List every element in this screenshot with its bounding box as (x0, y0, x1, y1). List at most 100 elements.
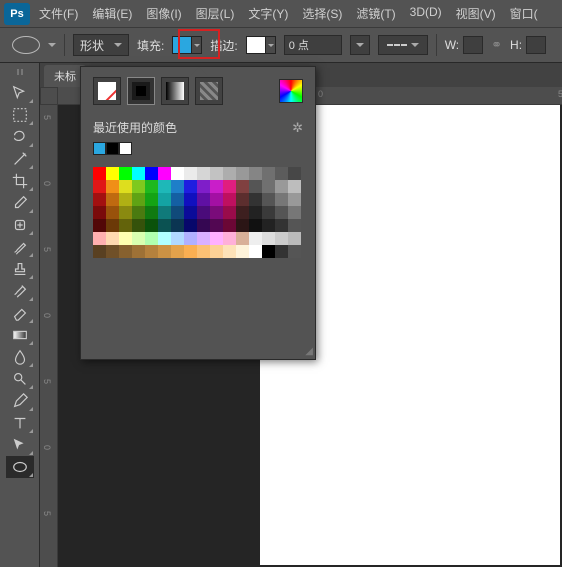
color-swatch[interactable] (93, 245, 106, 258)
color-swatch[interactable] (171, 219, 184, 232)
color-swatch[interactable] (93, 219, 106, 232)
ellipse-tool[interactable] (6, 456, 34, 478)
color-swatch[interactable] (288, 245, 301, 258)
color-swatch[interactable] (145, 180, 158, 193)
color-swatch[interactable] (197, 245, 210, 258)
color-swatch[interactable] (236, 167, 249, 180)
color-swatch[interactable] (210, 232, 223, 245)
color-swatch[interactable] (275, 180, 288, 193)
color-swatch[interactable] (249, 193, 262, 206)
color-swatch[interactable] (158, 232, 171, 245)
color-swatch[interactable] (158, 180, 171, 193)
color-swatch[interactable] (262, 232, 275, 245)
color-swatch[interactable] (106, 180, 119, 193)
color-swatch[interactable] (119, 219, 132, 232)
menu-item[interactable]: 图层(L) (189, 1, 242, 26)
menu-item[interactable]: 编辑(E) (85, 1, 139, 26)
color-swatch[interactable] (184, 206, 197, 219)
color-swatch[interactable] (197, 180, 210, 193)
menu-item[interactable]: 文字(Y) (241, 1, 295, 26)
color-swatch[interactable] (132, 219, 145, 232)
color-swatch[interactable] (262, 219, 275, 232)
pen-tool[interactable] (6, 390, 34, 412)
color-swatch[interactable] (288, 167, 301, 180)
menu-item[interactable]: 视图(V) (449, 1, 503, 26)
color-swatch[interactable] (210, 219, 223, 232)
color-swatch[interactable] (236, 232, 249, 245)
color-swatch[interactable] (184, 167, 197, 180)
width-input[interactable] (463, 36, 483, 54)
stroke-swatch-button[interactable] (246, 36, 276, 54)
color-swatch[interactable] (132, 193, 145, 206)
stroke-dash-button[interactable] (378, 35, 428, 55)
color-swatch[interactable] (145, 206, 158, 219)
color-swatch[interactable] (93, 206, 106, 219)
color-swatch[interactable] (275, 167, 288, 180)
gear-icon[interactable]: ✲ (292, 120, 303, 136)
color-swatch[interactable] (249, 232, 262, 245)
fill-swatch-button[interactable] (172, 36, 202, 54)
menu-item[interactable]: 3D(D) (403, 1, 449, 26)
color-swatch[interactable] (288, 206, 301, 219)
color-swatch[interactable] (184, 180, 197, 193)
color-swatch[interactable] (93, 232, 106, 245)
color-swatch[interactable] (262, 193, 275, 206)
color-swatch[interactable] (236, 180, 249, 193)
color-swatch[interactable] (197, 232, 210, 245)
menu-item[interactable]: 滤镜(T) (349, 1, 402, 26)
color-swatch[interactable] (119, 206, 132, 219)
color-swatch[interactable] (262, 245, 275, 258)
color-swatch[interactable] (275, 193, 288, 206)
color-swatch[interactable] (132, 167, 145, 180)
history-tool[interactable] (6, 280, 34, 302)
color-swatch[interactable] (171, 180, 184, 193)
recent-swatch[interactable] (93, 142, 106, 155)
color-swatch[interactable] (288, 232, 301, 245)
eyedropper-tool[interactable] (6, 192, 34, 214)
menu-item[interactable]: 文件(F) (32, 1, 85, 26)
stamp-tool[interactable] (6, 258, 34, 280)
color-swatch[interactable] (288, 193, 301, 206)
brush-tool[interactable] (6, 236, 34, 258)
color-swatch[interactable] (145, 167, 158, 180)
panel-resize-grip[interactable]: ◢ (305, 346, 313, 357)
color-swatch[interactable] (223, 167, 236, 180)
color-swatch[interactable] (275, 206, 288, 219)
menu-item[interactable]: 选择(S) (295, 1, 349, 26)
ruler-vertical[interactable]: 5050505 (40, 105, 58, 567)
type-tool[interactable] (6, 412, 34, 434)
crop-tool[interactable] (6, 170, 34, 192)
recent-swatch[interactable] (119, 142, 132, 155)
color-swatch[interactable] (210, 245, 223, 258)
eraser-tool[interactable] (6, 302, 34, 324)
height-input[interactable] (526, 36, 546, 54)
stroke-options-dropdown[interactable] (350, 35, 370, 55)
menu-item[interactable]: 图像(I) (139, 1, 188, 26)
color-swatch[interactable] (236, 193, 249, 206)
color-swatch[interactable] (158, 206, 171, 219)
color-swatch[interactable] (249, 206, 262, 219)
color-swatch[interactable] (249, 219, 262, 232)
wand-tool[interactable] (6, 148, 34, 170)
color-swatch[interactable] (184, 193, 197, 206)
fill-solid-button[interactable] (127, 77, 155, 105)
color-swatch[interactable] (106, 167, 119, 180)
marquee-tool[interactable] (6, 104, 34, 126)
color-swatch[interactable] (171, 206, 184, 219)
color-swatch[interactable] (119, 232, 132, 245)
color-swatch[interactable] (197, 206, 210, 219)
color-swatch[interactable] (132, 206, 145, 219)
color-swatch[interactable] (119, 245, 132, 258)
gradient-tool[interactable] (6, 324, 34, 346)
lasso-tool[interactable] (6, 126, 34, 148)
color-swatch[interactable] (158, 193, 171, 206)
heal-tool[interactable] (6, 214, 34, 236)
color-swatch[interactable] (93, 193, 106, 206)
path-tool[interactable] (6, 434, 34, 456)
color-swatch[interactable] (106, 219, 119, 232)
color-swatch[interactable] (236, 206, 249, 219)
color-swatch[interactable] (132, 245, 145, 258)
color-swatch[interactable] (223, 245, 236, 258)
stroke-width-input[interactable]: 0 点 (284, 35, 342, 55)
color-swatch[interactable] (171, 232, 184, 245)
